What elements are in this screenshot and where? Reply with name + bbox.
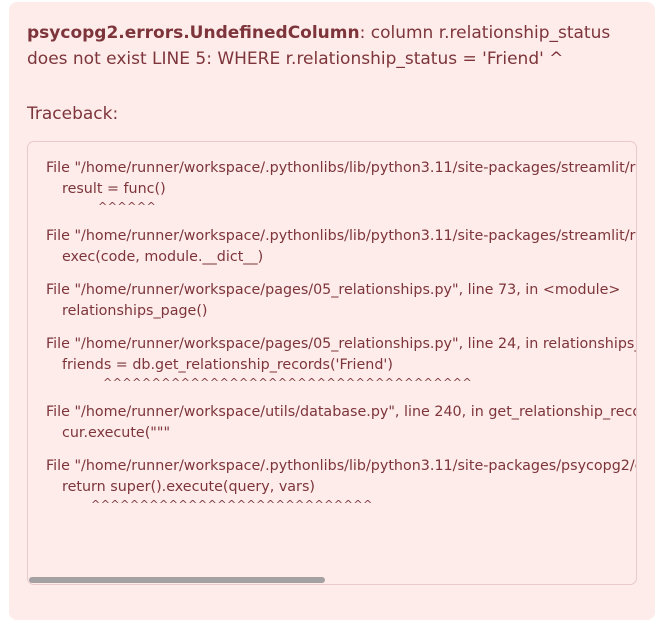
frame-file: File "/home/runner/workspace/utils/datab… [46, 404, 637, 420]
scrollbar-thumb[interactable] [29, 577, 325, 583]
traceback-frame: File "/home/runner/workspace/.pythonlibs… [46, 158, 636, 214]
frame-code: exec(code, module.__dict__) [62, 249, 264, 265]
error-type: psycopg2.errors.UndefinedColumn [27, 23, 360, 43]
traceback-frame: File "/home/runner/workspace/pages/05_re… [46, 280, 636, 322]
traceback-frame: File "/home/runner/workspace/utils/datab… [46, 402, 637, 444]
frame-caret: ^^^^^^ [98, 200, 157, 213]
traceback-box[interactable]: File "/home/runner/workspace/.pythonlibs… [27, 141, 637, 585]
frame-code: cur.execute(""" [62, 425, 171, 441]
frame-caret: ^^^^^^^^^^^^^^^^^^^^^^^^^^^^^ [91, 498, 373, 511]
frame-file: File "/home/runner/workspace/pages/05_re… [46, 282, 621, 298]
error-alert: psycopg2.errors.UndefinedColumn: column … [9, 2, 655, 620]
traceback-frame: File "/home/runner/workspace/.pythonlibs… [46, 456, 636, 512]
frame-file: File "/home/runner/workspace/.pythonlibs… [46, 228, 636, 244]
frame-file: File "/home/runner/workspace/pages/05_re… [46, 336, 637, 352]
frame-caret: ^^^^^^^^^^^^^^^^^^^^^^^^^^^^^^^^^^^^^^ [103, 376, 473, 389]
frame-code: return super().execute(query, vars) [62, 479, 315, 495]
error-headline: psycopg2.errors.UndefinedColumn: column … [27, 20, 639, 72]
frame-code: friends = db.get_relationship_records('F… [62, 357, 393, 373]
frame-file: File "/home/runner/workspace/.pythonlibs… [46, 160, 636, 176]
traceback-frame: File "/home/runner/workspace/pages/05_re… [46, 334, 637, 390]
horizontal-scrollbar[interactable] [28, 576, 636, 584]
frame-code: relationships_page() [62, 303, 208, 319]
traceback-label: Traceback: [27, 104, 119, 124]
frame-code: result = func() [62, 181, 166, 197]
traceback-content: File "/home/runner/workspace/.pythonlibs… [46, 158, 637, 524]
traceback-frame: File "/home/runner/workspace/.pythonlibs… [46, 226, 636, 268]
frame-file: File "/home/runner/workspace/.pythonlibs… [46, 458, 636, 474]
